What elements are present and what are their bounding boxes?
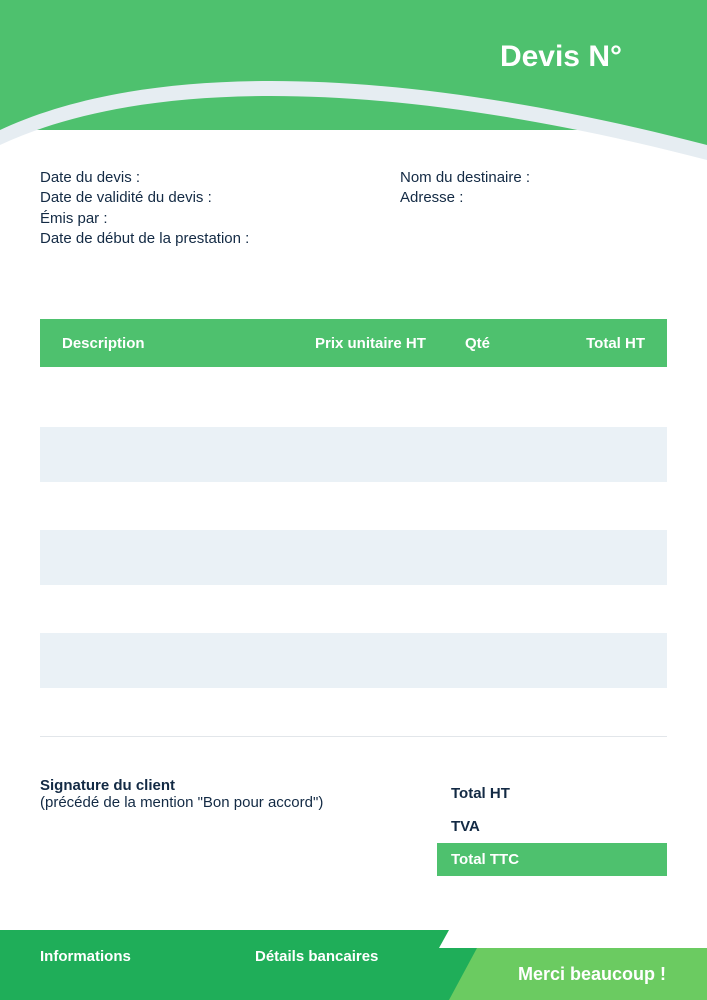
- tva-label: TVA: [437, 810, 667, 843]
- signature-block: Signature du client (précédé de la menti…: [40, 777, 437, 876]
- totals-block: Total HT TVA Total TTC: [437, 777, 667, 876]
- items-table: Description Prix unitaire HT Qté Total H…: [40, 319, 667, 688]
- footer-bank-label: Détails bancaires: [255, 948, 378, 965]
- separator-line: [40, 736, 667, 737]
- total-ht-label: Total HT: [437, 777, 667, 810]
- table-row: [40, 530, 667, 585]
- col-description: Description: [62, 335, 315, 352]
- table-row: [40, 482, 667, 530]
- table-row: [40, 585, 667, 633]
- table-row: [40, 367, 667, 427]
- document-title: Devis N°: [500, 40, 622, 74]
- table-row: [40, 427, 667, 482]
- col-total: Total HT: [555, 335, 645, 352]
- footer: Informations Détails bancaires Merci bea…: [0, 930, 707, 1000]
- footer-cut: [449, 930, 707, 948]
- col-qty: Qté: [465, 335, 555, 352]
- issuer-label: Émis par :: [40, 209, 400, 229]
- recipient-label: Nom du destinaire :: [400, 168, 667, 188]
- signature-note: (précédé de la mention "Bon pour accord"…: [40, 794, 437, 811]
- meta-left-block: Date du devis : Date de validité du devi…: [40, 168, 400, 249]
- col-unit-price: Prix unitaire HT: [315, 335, 465, 352]
- meta-right-block: Nom du destinaire : Adresse :: [400, 168, 667, 249]
- total-ttc-label: Total TTC: [437, 843, 667, 876]
- start-label: Date de début de la prestation :: [40, 229, 400, 249]
- footer-thanks: Merci beaucoup !: [477, 948, 707, 1000]
- header-wave: [0, 0, 707, 180]
- table-header-row: Description Prix unitaire HT Qté Total H…: [40, 319, 667, 367]
- table-row: [40, 633, 667, 688]
- footer-info-label: Informations: [40, 948, 255, 965]
- date-label: Date du devis :: [40, 168, 400, 188]
- address-label: Adresse :: [400, 188, 667, 208]
- validity-label: Date de validité du devis :: [40, 188, 400, 208]
- signature-title: Signature du client: [40, 777, 437, 794]
- footer-thanks-diag: [449, 948, 477, 1000]
- footer-cut-diag: [439, 930, 449, 948]
